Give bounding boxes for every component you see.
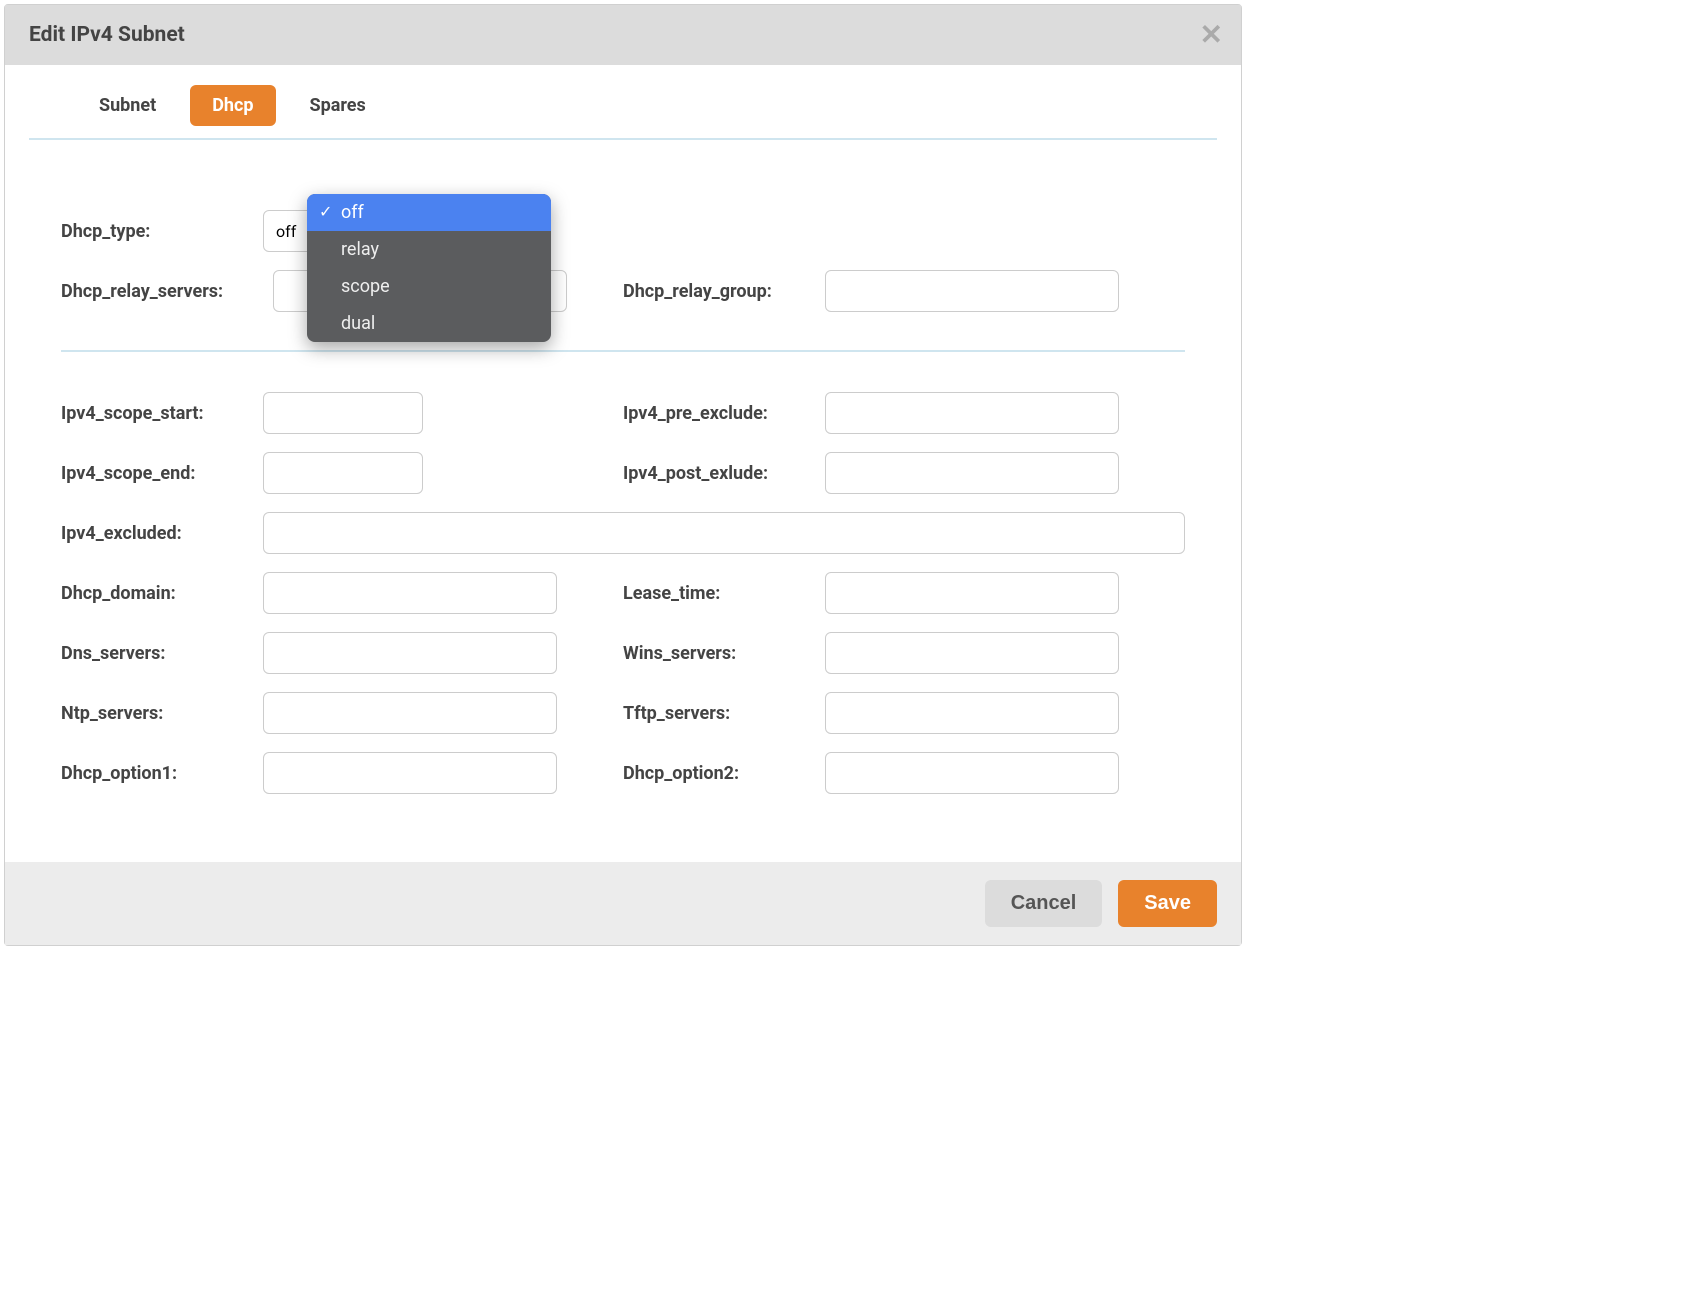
tab-subnet[interactable]: Subnet bbox=[77, 85, 178, 126]
label-dhcp-relay-group: Dhcp_relay_group: bbox=[623, 281, 813, 302]
tftp-servers-input[interactable] bbox=[825, 692, 1119, 734]
tab-bar: Subnet Dhcp Spares bbox=[29, 65, 1217, 140]
label-wins-servers: Wins_servers: bbox=[623, 643, 813, 664]
dhcp-type-option-off[interactable]: off bbox=[307, 194, 551, 231]
form-area: Dhcp_type: off ▾ Dhcp_relay_servers: Dhc… bbox=[5, 140, 1241, 862]
tab-dhcp[interactable]: Dhcp bbox=[190, 85, 275, 126]
label-tftp-servers: Tftp_servers: bbox=[623, 703, 813, 724]
modal-footer: Cancel Save bbox=[5, 862, 1241, 945]
dhcp-option1-input[interactable] bbox=[263, 752, 557, 794]
close-icon[interactable]: ✕ bbox=[1200, 21, 1223, 49]
label-dhcp-domain: Dhcp_domain: bbox=[61, 583, 251, 604]
dhcp-relay-group-input[interactable] bbox=[825, 270, 1119, 312]
dhcp-type-option-scope[interactable]: scope bbox=[307, 268, 551, 305]
dhcp-option2-input[interactable] bbox=[825, 752, 1119, 794]
label-dns-servers: Dns_servers: bbox=[61, 643, 251, 664]
ipv4-post-exlude-input[interactable] bbox=[825, 452, 1119, 494]
label-dhcp-type: Dhcp_type: bbox=[61, 221, 251, 242]
cancel-button[interactable]: Cancel bbox=[985, 880, 1103, 927]
label-dhcp-relay-servers: Dhcp_relay_servers: bbox=[61, 281, 261, 302]
section-dhcp-scope: Ipv4_scope_start: Ipv4_pre_exclude: Ipv4… bbox=[61, 352, 1185, 822]
label-ipv4-scope-end: Ipv4_scope_end: bbox=[61, 463, 251, 484]
edit-ipv4-subnet-modal: Edit IPv4 Subnet ✕ Subnet Dhcp Spares Dh… bbox=[4, 4, 1242, 946]
label-ntp-servers: Ntp_servers: bbox=[61, 703, 251, 724]
modal-title: Edit IPv4 Subnet bbox=[29, 23, 1217, 47]
dns-servers-input[interactable] bbox=[263, 632, 557, 674]
wins-servers-input[interactable] bbox=[825, 632, 1119, 674]
ntp-servers-input[interactable] bbox=[263, 692, 557, 734]
dhcp-domain-input[interactable] bbox=[263, 572, 557, 614]
ipv4-pre-exclude-input[interactable] bbox=[825, 392, 1119, 434]
ipv4-scope-end-input[interactable] bbox=[263, 452, 423, 494]
label-ipv4-excluded: Ipv4_excluded: bbox=[61, 523, 251, 544]
ipv4-excluded-input[interactable] bbox=[263, 512, 1185, 554]
ipv4-scope-start-input[interactable] bbox=[263, 392, 423, 434]
label-dhcp-option1: Dhcp_option1: bbox=[61, 763, 251, 784]
dhcp-type-value: off bbox=[276, 222, 296, 241]
section-dhcp-basic: Dhcp_type: off ▾ Dhcp_relay_servers: Dhc… bbox=[61, 170, 1185, 352]
lease-time-input[interactable] bbox=[825, 572, 1119, 614]
dhcp-type-dropdown: off relay scope dual bbox=[307, 194, 551, 342]
tab-spares[interactable]: Spares bbox=[288, 85, 388, 126]
modal-header: Edit IPv4 Subnet ✕ bbox=[5, 5, 1241, 65]
label-lease-time: Lease_time: bbox=[623, 583, 813, 604]
dhcp-type-option-dual[interactable]: dual bbox=[307, 305, 551, 342]
label-ipv4-pre-exclude: Ipv4_pre_exclude: bbox=[623, 403, 813, 424]
label-ipv4-scope-start: Ipv4_scope_start: bbox=[61, 403, 251, 424]
label-ipv4-post-exlude: Ipv4_post_exlude: bbox=[623, 463, 813, 484]
dhcp-type-option-relay[interactable]: relay bbox=[307, 231, 551, 268]
save-button[interactable]: Save bbox=[1118, 880, 1217, 927]
label-dhcp-option2: Dhcp_option2: bbox=[623, 763, 813, 784]
